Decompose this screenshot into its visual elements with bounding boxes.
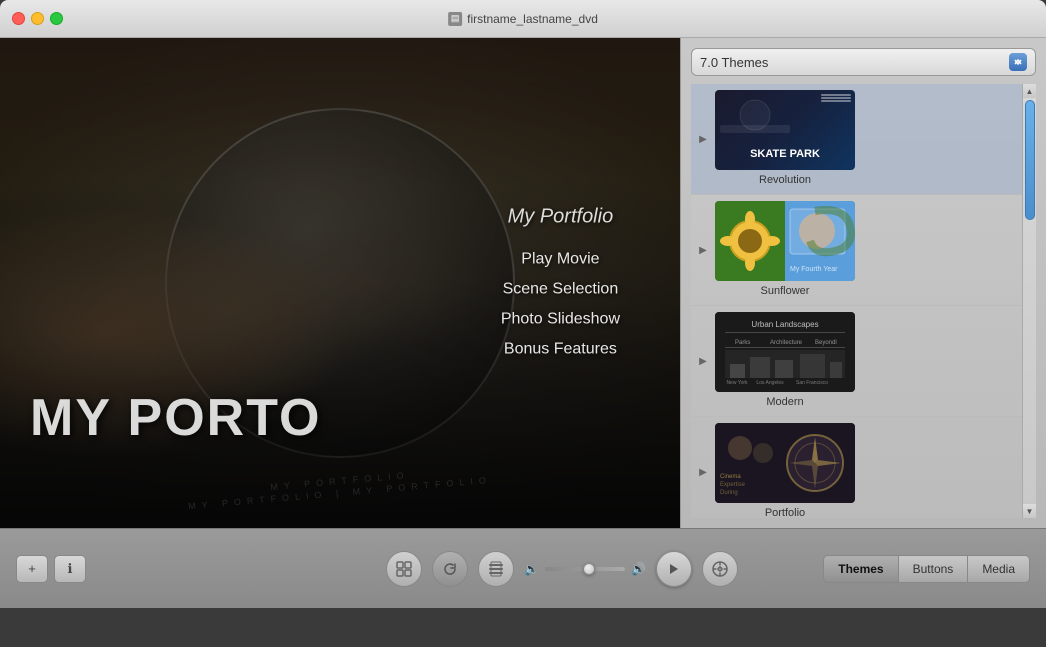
theme-content-modern: Urban Landscapes Parks Architecture Beyo… xyxy=(715,312,855,410)
theme-content-revolution: Revolution xyxy=(715,90,855,188)
svg-text:Los Angeles: Los Angeles xyxy=(756,380,784,386)
menu-title: My Portfolio xyxy=(501,206,620,229)
dropdown-arrow-icon xyxy=(1009,53,1027,71)
preview-background: MY PORTO MY PORTFOLIO MY PORTFOLIO | MY … xyxy=(0,38,680,528)
theme-content-sunflower: My Fourth Year Sunflower xyxy=(715,201,855,299)
play-icon xyxy=(667,562,681,576)
info-button[interactable]: ℹ xyxy=(54,555,86,583)
thumb-inner-modern: Urban Landscapes Parks Architecture Beyo… xyxy=(715,312,855,392)
theme-thumbnail-revolution xyxy=(715,90,855,170)
thumb-inner-revolution xyxy=(715,90,855,170)
scrollbar-track xyxy=(1025,100,1035,502)
theme-thumbnail-modern: Urban Landscapes Parks Architecture Beyo… xyxy=(715,312,855,392)
themes-scroll-area[interactable]: ▶ xyxy=(691,84,1022,518)
revolution-detail xyxy=(821,94,851,102)
theme-play-icon-revolution: ▶ xyxy=(695,131,711,147)
theme-item-sunflower[interactable]: ▶ xyxy=(691,195,1022,306)
bottom-toolbar: + ℹ xyxy=(0,528,1046,608)
add-icon: + xyxy=(28,561,36,576)
traffic-lights xyxy=(0,12,63,25)
tab-buttons-btn[interactable]: Buttons xyxy=(899,555,969,583)
themes-panel: 7.0 Themes ▶ xyxy=(680,38,1046,528)
main-area: MY PORTO MY PORTFOLIO MY PORTFOLIO | MY … xyxy=(0,38,1046,528)
close-button[interactable] xyxy=(12,12,25,25)
themes-dropdown-label: 7.0 Themes xyxy=(700,55,768,70)
volume-slider-thumb[interactable] xyxy=(583,563,595,575)
theme-item-modern[interactable]: ▶ Urban Landscapes Parks Architec xyxy=(691,306,1022,417)
theme-item-fourth[interactable]: ▶ xyxy=(691,417,1022,518)
thumb-inner-fourth: Cinema Expertise During xyxy=(715,423,855,503)
grid-layout-button[interactable] xyxy=(386,551,422,587)
maximize-button[interactable] xyxy=(50,12,63,25)
layout-icon xyxy=(487,560,505,578)
theme-thumbnail-sunflower: My Fourth Year xyxy=(715,201,855,281)
svg-text:Urban Landscapes: Urban Landscapes xyxy=(751,320,818,329)
toolbar-left: + ℹ xyxy=(16,555,86,583)
big-text-logo: MY PORTO xyxy=(30,388,321,448)
tab-media[interactable]: Media xyxy=(968,555,1030,583)
theme-name-revolution: Revolution xyxy=(759,172,811,188)
svg-text:Parks: Parks xyxy=(735,340,750,346)
window-title: ▤ firstname_lastname_dvd xyxy=(448,12,598,26)
window-icon: ▤ xyxy=(448,12,462,26)
grid-icon xyxy=(395,560,413,578)
layout-button[interactable] xyxy=(478,551,514,587)
theme-name-modern: Modern xyxy=(766,394,803,410)
svg-text:My Fourth Year: My Fourth Year xyxy=(790,266,838,273)
theme-thumbnail-fourth: Cinema Expertise During xyxy=(715,423,855,503)
svg-text:New York: New York xyxy=(726,380,748,386)
menu-item-play-movie[interactable]: Play Movie xyxy=(501,249,620,271)
rotate-icon xyxy=(441,560,459,578)
svg-text:Architecture: Architecture xyxy=(770,340,803,346)
volume-slider-track[interactable] xyxy=(545,567,625,571)
scrollbar-up-button[interactable]: ▲ xyxy=(1023,84,1037,98)
themes-dropdown[interactable]: 7.0 Themes xyxy=(691,48,1036,76)
theme-play-icon-sunflower: ▶ xyxy=(695,242,711,258)
svg-text:Beyondl: Beyondl xyxy=(815,340,837,346)
menu-item-scene-selection[interactable]: Scene Selection xyxy=(501,279,620,301)
volume-min-icon: 🔈 xyxy=(524,562,539,576)
svg-text:Expertise: Expertise xyxy=(720,482,746,488)
dvd-menu: My Portfolio Play Movie Scene Selection … xyxy=(501,206,620,361)
theme-play-icon-fourth: ▶ xyxy=(695,464,711,480)
volume-max-icon: 🔊 xyxy=(631,562,646,576)
thumb-inner-sunflower: My Fourth Year xyxy=(715,201,855,281)
play-button[interactable] xyxy=(656,551,692,587)
volume-control: 🔈 🔊 xyxy=(524,562,646,576)
themes-scrollbar[interactable]: ▲ ▼ xyxy=(1022,84,1036,518)
scrollbar-down-button[interactable]: ▼ xyxy=(1023,504,1037,518)
preview-panel: MY PORTO MY PORTFOLIO MY PORTFOLIO | MY … xyxy=(0,38,680,528)
title-bar: ▤ firstname_lastname_dvd xyxy=(0,0,1046,38)
info-icon: ℹ xyxy=(68,561,73,577)
theme-content-fourth: Cinema Expertise During Portfolio xyxy=(715,423,855,518)
minimize-button[interactable] xyxy=(31,12,44,25)
menu-item-bonus-features[interactable]: Bonus Features xyxy=(501,339,620,361)
theme-name-sunflower: Sunflower xyxy=(761,283,810,299)
menu-items-list: Play Movie Scene Selection Photo Slidesh… xyxy=(501,249,620,361)
theme-item-revolution[interactable]: ▶ xyxy=(691,84,1022,195)
menu-item-photo-slideshow[interactable]: Photo Slideshow xyxy=(501,309,620,331)
compass-icon xyxy=(711,560,729,578)
scrollbar-thumb[interactable] xyxy=(1025,100,1035,220)
rotate-button[interactable] xyxy=(432,551,468,587)
svg-text:San Francisco: San Francisco xyxy=(796,380,828,386)
compass-button[interactable] xyxy=(702,551,738,587)
watermark: MY PORTFOLIO MY PORTFOLIO | MY PORTFOLIO xyxy=(0,476,680,498)
themes-list: ▶ xyxy=(691,84,1036,518)
svg-text:Cinema: Cinema xyxy=(720,474,741,480)
tab-themes[interactable]: Themes xyxy=(823,555,898,583)
svg-text:During: During xyxy=(720,490,738,496)
tab-buttons: Themes Buttons Media xyxy=(823,555,1030,583)
theme-play-icon-modern: ▶ xyxy=(695,353,711,369)
add-button[interactable]: + xyxy=(16,555,48,583)
theme-name-fourth: Portfolio xyxy=(765,505,805,518)
